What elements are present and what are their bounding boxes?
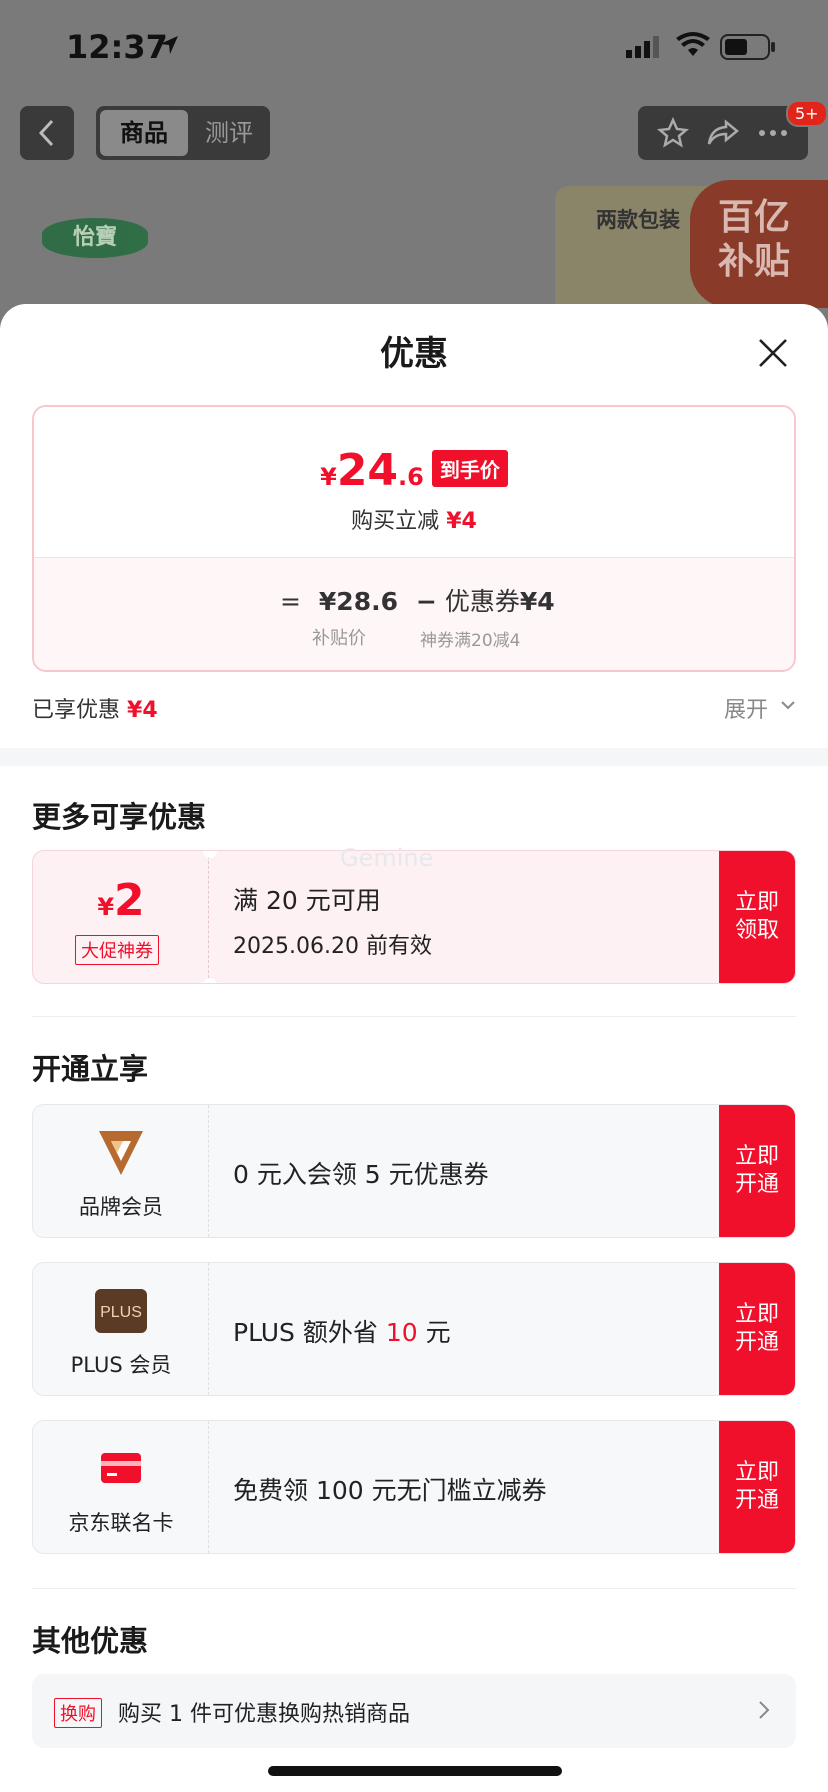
back-button[interactable] [20, 106, 74, 160]
chevron-right-icon [759, 1701, 770, 1719]
coupon-type-tag: 大促神券 [75, 935, 159, 965]
enjoyed-discount: 已享优惠 ¥4 [32, 692, 158, 724]
product-thumbnail-text: 两款包装 [596, 208, 680, 232]
instant-reduction: 购买立减 ¥4 [34, 503, 794, 535]
final-price: ¥24.6 到手价 [34, 445, 794, 496]
subsidy-price-label: 补贴价 [312, 628, 366, 649]
reduction-label: 购买立减 [351, 509, 440, 534]
discount-sheet: 优惠 ¥24.6 到手价 购买立减 ¥4 = ¥28.6 − 优惠券¥4 补贴价 … [0, 304, 828, 1792]
tab-product[interactable]: 商品 [100, 110, 188, 156]
final-price-block: ¥24.6 到手价 购买立减 ¥4 [34, 407, 794, 557]
exchange-purchase-row[interactable]: 换购 购买 1 件可优惠换购热销商品 [32, 1674, 796, 1748]
cobrand-card-card: 京东联名卡 免费领 100 元无门槛立减券 立即开通 [32, 1420, 796, 1554]
product-nav-bar: 商品 测评 [0, 106, 828, 162]
brand-member-card: 品牌会员 0 元入会领 5 元优惠券 立即开通 [32, 1104, 796, 1238]
exchange-tag: 换购 [54, 1698, 102, 1728]
cobrand-card-text: 免费领 100 元无门槛立减券 [233, 1476, 547, 1505]
other-discounts-title: 其他优惠 [32, 1624, 149, 1658]
wifi-icon [676, 32, 710, 56]
coupon-notch-top [203, 851, 217, 858]
brand-member-text: 0 元入会领 5 元优惠券 [233, 1160, 489, 1189]
header-actions [638, 106, 808, 160]
coupon-value-amount: 2 [114, 875, 145, 926]
price-currency: ¥ [320, 463, 337, 491]
calculation-line: = ¥28.6 − 优惠券¥4 [280, 582, 555, 618]
coupon-label: 优惠券 [444, 587, 520, 616]
plus-member-left: PLUS PLUS 会员 [33, 1263, 209, 1395]
subsidy-badge-text: 百亿补贴 [718, 197, 791, 282]
brand-logo: 怡寶 [42, 218, 148, 258]
home-indicator [268, 1766, 562, 1776]
tab-review[interactable]: 测评 [192, 110, 266, 156]
section-gap [0, 748, 828, 766]
cobrand-card-left: 京东联名卡 [33, 1421, 209, 1553]
watermark: Gemine [340, 844, 434, 872]
notification-badge: 5+ [786, 100, 828, 127]
coupon-notch-bottom [203, 978, 217, 983]
final-price-tag: 到手价 [431, 450, 508, 487]
plus-savings-amount: 10 [385, 1318, 418, 1347]
coupon-condition: 满 20 元可用 [233, 886, 381, 915]
expand-button[interactable]: 展开 [724, 692, 768, 724]
divider [32, 1016, 796, 1017]
price-decimal: .6 [398, 463, 424, 491]
product-tabs: 商品 测评 [96, 106, 270, 160]
battery-icon [720, 34, 775, 60]
reduction-amount: ¥4 [446, 509, 477, 534]
price-summary: ¥24.6 到手价 购买立减 ¥4 = ¥28.6 − 优惠券¥4 补贴价 神券满… [32, 405, 796, 672]
chevron-left-icon [38, 119, 54, 147]
plus-member-card: PLUS PLUS 会员 PLUS 额外省 10 元 立即开通 [32, 1262, 796, 1396]
calc-equals: = [280, 587, 301, 616]
calc-minus: − [415, 587, 437, 616]
price-calculation: = ¥28.6 − 优惠券¥4 补贴价 神券满20减4 [34, 557, 794, 670]
coupon-amount: ¥4 [519, 587, 555, 616]
open-brand-member-button[interactable]: 立即开通 [719, 1105, 795, 1237]
plus-text-suffix: 元 [417, 1318, 451, 1347]
coupon-value-block: ¥2 大促神券 [33, 851, 209, 983]
status-time: 12:37 [66, 28, 168, 66]
open-cobrand-card-button[interactable]: 立即开通 [719, 1421, 795, 1553]
enjoyed-label: 已享优惠 [32, 698, 121, 723]
plus-text-prefix: PLUS 额外省 [233, 1318, 386, 1347]
chevron-down-icon[interactable] [780, 700, 796, 710]
exchange-text: 购买 1 件可优惠换购热销商品 [118, 1702, 410, 1727]
status-bar: 12:37 [0, 0, 828, 96]
share-icon[interactable] [706, 118, 740, 148]
membership-title: 开通立享 [32, 1052, 149, 1086]
coupon-description: 神券满20减4 [420, 631, 521, 651]
star-icon[interactable] [656, 117, 689, 149]
price-integer: 24 [336, 445, 399, 496]
brand-v-icon [99, 1131, 143, 1175]
sheet-title: 优惠 [380, 334, 448, 374]
plus-member-label: PLUS 会员 [70, 1353, 172, 1377]
signal-icon [626, 36, 659, 58]
claim-coupon-button[interactable]: 立即领取 [719, 851, 795, 983]
plus-badge-icon: PLUS [95, 1289, 147, 1333]
open-plus-member-button[interactable]: 立即开通 [719, 1263, 795, 1395]
close-icon[interactable] [754, 334, 792, 372]
enjoyed-amount: ¥4 [127, 698, 158, 723]
subsidy-price: ¥28.6 [318, 587, 398, 616]
brand-member-left: 品牌会员 [33, 1105, 209, 1237]
plus-badge-text: PLUS [100, 1304, 142, 1321]
coupon-currency: ¥ [97, 893, 115, 921]
coupon-expiry: 2025.06.20 前有效 [233, 934, 432, 959]
coupon-value: ¥2 [33, 875, 209, 926]
more-icon[interactable] [757, 128, 789, 138]
more-discounts-title: 更多可享优惠 [32, 800, 207, 834]
brand-member-label: 品牌会员 [79, 1195, 163, 1219]
cobrand-card-label: 京东联名卡 [68, 1511, 174, 1535]
plus-member-text: PLUS 额外省 10 元 [233, 1313, 451, 1349]
location-arrow-icon [160, 36, 178, 54]
divider [32, 1588, 796, 1589]
background-product-page: 12:37 商品 测评 5+ 怡寶 两款包装 百亿补贴 [0, 0, 828, 336]
credit-card-icon [101, 1453, 141, 1483]
